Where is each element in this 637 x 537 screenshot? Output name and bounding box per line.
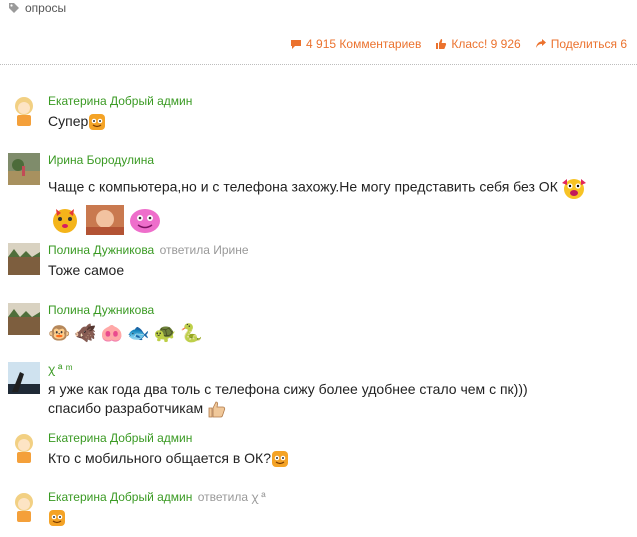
likes-count: Класс! 9 926 — [451, 37, 521, 51]
wink-smiley-icon — [272, 451, 288, 468]
reply-note[interactable]: ответила ꭓ ª — [198, 490, 266, 504]
comment-author[interactable]: Полина Дужникова — [48, 303, 154, 317]
comment-text: Супер — [48, 112, 633, 131]
wink-smiley-icon — [49, 510, 65, 527]
comments-button[interactable]: 4 915 Комментариев — [290, 37, 421, 51]
comment-author[interactable]: ꭓ ª ᵐ — [48, 362, 73, 376]
boar-icon: 🐗 — [74, 323, 97, 343]
comment-author[interactable]: Екатерина Добрый админ — [48, 490, 192, 504]
like-button[interactable]: Класс! 9 926 — [435, 37, 521, 51]
avatar-sunset[interactable] — [8, 362, 40, 394]
avatar-landscape[interactable] — [8, 303, 40, 335]
comment-text: я уже как года два толь с телефона сижу … — [48, 380, 548, 418]
reply-note[interactable]: ответила Ирине — [160, 243, 249, 257]
comments-count: 4 915 Комментариев — [306, 37, 422, 51]
avatar-admin[interactable] — [8, 94, 40, 126]
avatar-photo[interactable] — [8, 153, 40, 185]
emoji-row — [48, 205, 633, 235]
shares-count: Поделиться 6 — [550, 37, 627, 51]
comment-bubble-icon — [291, 40, 302, 49]
turtle-icon: 🐢 — [153, 323, 177, 343]
share-arrow-icon — [535, 39, 546, 48]
thumbs-up-emoji-icon — [208, 401, 226, 418]
avatar-admin[interactable] — [8, 431, 40, 463]
baby-photo-icon — [86, 205, 124, 235]
comment-author[interactable]: Полина Дужникова — [48, 243, 154, 257]
comment-author[interactable]: Ирина Бородулина — [48, 153, 154, 167]
crazy-face-icon — [561, 179, 586, 199]
comment-author[interactable]: Екатерина Добрый админ — [48, 431, 192, 445]
comment-text: Кто с мобильного общается в ОК? — [48, 449, 633, 468]
avatar-landscape[interactable] — [8, 243, 40, 275]
pink-smiley-icon — [130, 209, 160, 233]
pig-nose-icon: 🐽 — [100, 323, 124, 343]
comment-author[interactable]: Екатерина Добрый админ — [48, 94, 192, 108]
fish-icon: 🐟 — [127, 323, 150, 343]
comment-text: Тоже самое — [48, 262, 125, 278]
thumbs-up-icon — [436, 39, 447, 49]
share-button[interactable]: Поделиться 6 — [535, 37, 627, 51]
separator — [0, 64, 637, 65]
monkey-icon: 🐵 — [48, 323, 71, 343]
avatar-admin[interactable] — [8, 490, 40, 522]
post-actions: 4 915 Комментариев Класс! 9 926 Поделить… — [290, 37, 627, 51]
kiss-smiley-icon — [53, 209, 77, 233]
emoji-row: 🐵 🐗 🐽 🐟 🐢 🐍 — [48, 322, 633, 344]
comment-text: Чаще с компьютера,но и с телефона захожу… — [48, 175, 633, 201]
wink-smiley-icon — [89, 114, 106, 131]
comment-text — [48, 508, 633, 527]
tag-label[interactable]: опросы — [25, 1, 66, 15]
tags-line: опросы — [8, 0, 66, 16]
snake-icon: 🐍 — [180, 323, 203, 343]
tag-icon — [9, 3, 19, 13]
